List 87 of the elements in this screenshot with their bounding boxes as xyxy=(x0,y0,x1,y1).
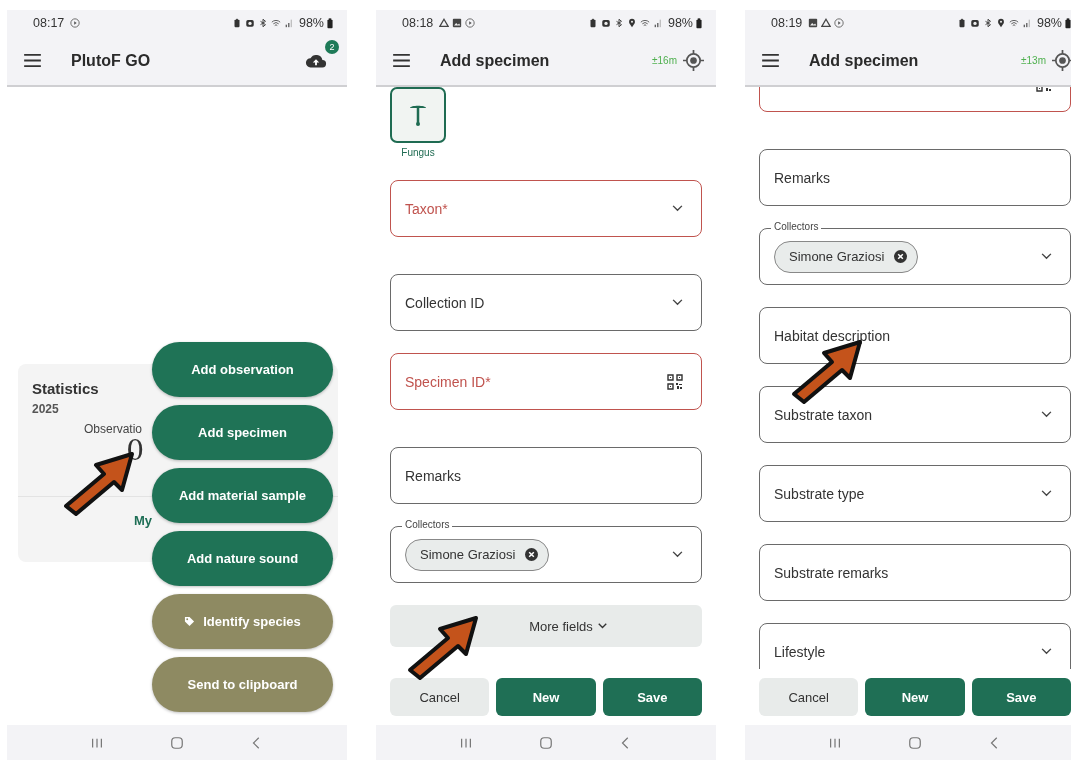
input-field[interactable]: Remarks xyxy=(390,447,702,504)
signal-icon xyxy=(1021,18,1032,28)
qr-code-icon[interactable] xyxy=(667,373,683,390)
alarm-icon xyxy=(600,18,611,28)
remove-icon[interactable] xyxy=(525,548,539,561)
chevron-down-icon xyxy=(672,299,683,306)
app-title: Add specimen xyxy=(809,51,919,70)
tag-icon xyxy=(184,616,196,627)
wifi-icon xyxy=(1008,18,1019,28)
person-chip[interactable]: Simone Graziosi xyxy=(405,538,550,571)
chevron-down-icon xyxy=(672,205,683,212)
home-icon[interactable] xyxy=(908,735,922,750)
person-chip[interactable]: Simone Graziosi xyxy=(774,240,919,273)
dropdown-field[interactable]: Taxon* xyxy=(390,180,702,237)
battery-icon xyxy=(1065,17,1071,29)
signal-icon xyxy=(283,18,294,28)
app-title: PlutoF GO xyxy=(71,51,151,70)
gps-target-icon[interactable] xyxy=(1052,50,1071,71)
menu-icon[interactable] xyxy=(393,54,410,67)
status-time: 08:19 xyxy=(771,16,803,30)
wifi-icon xyxy=(639,18,650,28)
primary-action-button[interactable]: New xyxy=(865,678,965,716)
dropdown-field[interactable]: Substrate type xyxy=(759,465,1071,522)
play-circle-icon xyxy=(834,18,845,28)
menu-icon[interactable] xyxy=(24,54,41,67)
menu-action-button[interactable]: Send to clipboard xyxy=(152,657,333,712)
menu-action-button[interactable]: Identify species xyxy=(152,594,333,649)
chevron-down-icon xyxy=(1041,490,1052,497)
more-fields-button[interactable]: More fields xyxy=(390,605,702,647)
battery-percent: 98% xyxy=(1036,16,1062,30)
app-title: Add specimen xyxy=(440,51,550,70)
field-label: Collectors xyxy=(771,221,822,232)
primary-action-button[interactable]: New xyxy=(496,678,596,716)
primary-action-button[interactable]: Save xyxy=(602,678,702,716)
gps-accuracy: ±13m xyxy=(1021,55,1046,66)
menu-action-button[interactable]: Add nature sound xyxy=(152,531,333,586)
menu-action-button[interactable]: Add observation xyxy=(152,342,333,397)
field-label: Collectors xyxy=(402,519,453,530)
chevron-down-icon xyxy=(1041,648,1052,655)
gps-accuracy: ±16m xyxy=(652,55,677,66)
chevron-down-icon xyxy=(597,623,607,629)
alarm-icon xyxy=(969,18,980,28)
dropdown-field[interactable]: Collection ID xyxy=(390,274,702,331)
bluetooth-icon xyxy=(982,18,993,28)
wifi-icon xyxy=(270,18,281,28)
status-time: 08:17 xyxy=(33,16,65,30)
chevron-down-icon xyxy=(672,551,683,558)
status-time: 08:18 xyxy=(402,16,434,30)
menu-icon[interactable] xyxy=(762,54,779,67)
secondary-action-button[interactable]: Cancel xyxy=(759,678,859,716)
input-field[interactable]: Remarks xyxy=(759,149,1071,206)
organism-type-tile[interactable] xyxy=(390,87,446,143)
bluetooth-icon xyxy=(257,18,268,28)
cloud-upload-icon[interactable] xyxy=(305,52,327,69)
card-year: 2025 xyxy=(32,402,59,416)
play-circle-icon xyxy=(465,18,476,28)
remove-icon[interactable] xyxy=(894,250,908,263)
menu-action-button[interactable]: Add specimen xyxy=(152,405,333,460)
signal-icon xyxy=(652,18,663,28)
bluetooth-icon xyxy=(613,18,624,28)
home-icon[interactable] xyxy=(170,735,184,750)
battery-percent: 98% xyxy=(298,16,324,30)
upload-count-badge: 2 xyxy=(325,39,339,54)
play-circle-icon xyxy=(70,18,81,28)
image-icon xyxy=(452,18,463,28)
location-pin-icon xyxy=(995,18,1006,28)
triangle-icon xyxy=(439,18,450,28)
location-pin-icon xyxy=(626,18,637,28)
organism-type-label: Fungus xyxy=(401,147,435,158)
triangle-icon xyxy=(821,18,832,28)
statistics-link[interactable]: My xyxy=(134,513,153,528)
image-icon xyxy=(808,18,819,28)
home-icon[interactable] xyxy=(539,735,553,750)
chevron-down-icon xyxy=(1041,411,1052,418)
battery-percent: 98% xyxy=(667,16,693,30)
battery-icon xyxy=(327,17,333,29)
input-field[interactable]: Substrate remarks xyxy=(759,544,1071,601)
secondary-action-button[interactable]: Cancel xyxy=(390,678,490,716)
menu-action-button[interactable]: Add material sample xyxy=(152,468,333,523)
alarm-icon xyxy=(244,18,255,28)
input-field[interactable]: Specimen ID* xyxy=(390,353,702,410)
card-title: Statistics xyxy=(32,380,99,397)
stat-label: Observatio xyxy=(83,422,142,436)
gps-target-icon[interactable] xyxy=(683,50,704,71)
chevron-down-icon xyxy=(1041,253,1052,260)
battery-icon xyxy=(696,17,702,29)
primary-action-button[interactable]: Save xyxy=(971,678,1071,716)
